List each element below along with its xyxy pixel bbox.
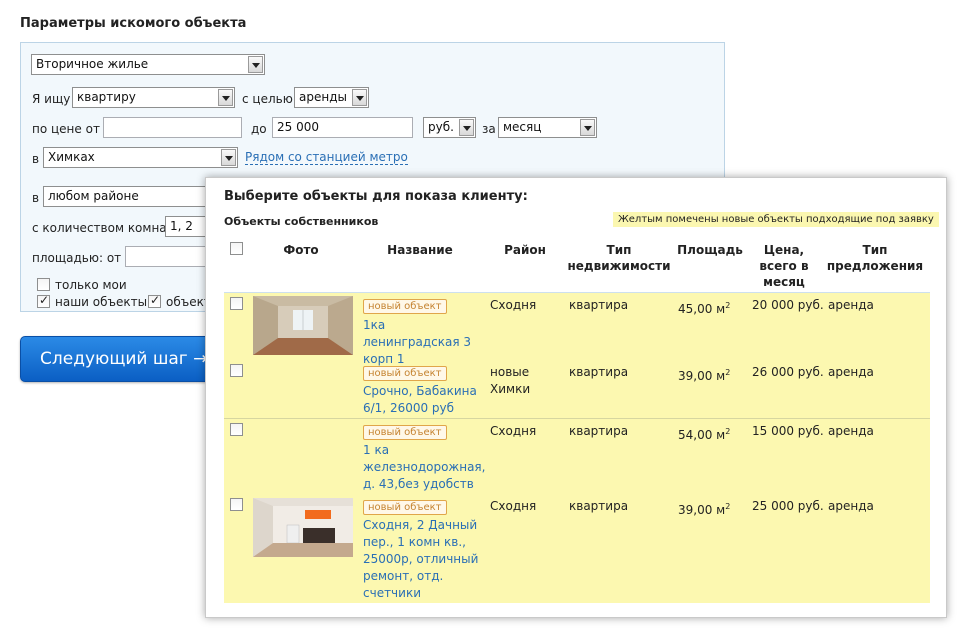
- row-area-value: 45,00 м: [678, 302, 726, 316]
- row-area: 39,00 м2: [678, 498, 730, 519]
- listing-photo[interactable]: [253, 498, 353, 557]
- property-type-select[interactable]: Вторичное жилье: [31, 54, 265, 75]
- area-label: площадью: от: [32, 251, 122, 265]
- row-district: Сходня: [490, 298, 537, 312]
- row-price: 26 000 руб.: [752, 365, 824, 379]
- chevron-down-icon: [218, 89, 233, 106]
- row-checkbox[interactable]: [230, 423, 243, 436]
- object-kind-select[interactable]: квартиру: [72, 87, 235, 108]
- i-search-label: Я ищу: [32, 92, 71, 106]
- near-metro-link[interactable]: Рядом со станцией метро: [245, 150, 408, 165]
- row-area: 54,00 м2: [678, 423, 730, 444]
- row-type: квартира: [569, 424, 629, 438]
- city-select[interactable]: Химках: [43, 147, 238, 168]
- city-value: Химках: [48, 150, 95, 164]
- row-area-value: 54,00 м: [678, 428, 726, 442]
- col-price: Цена, всего в месяц: [759, 243, 809, 289]
- row-area-sup: 2: [725, 427, 731, 436]
- new-object-badge: новый объект: [363, 425, 447, 440]
- row-area: 45,00 м2: [678, 297, 730, 318]
- row-area-value: 39,00 м: [678, 503, 726, 517]
- row-offer: аренда: [828, 365, 874, 379]
- col-offer: Тип предложения: [826, 243, 924, 273]
- row-area-sup: 2: [725, 301, 731, 310]
- our-objects-checkbox[interactable]: [37, 293, 50, 308]
- row-offer: аренда: [828, 499, 874, 513]
- listing-title-link[interactable]: 1ка ленинградская 3 корп 1: [363, 317, 483, 368]
- district-in-label: в: [32, 191, 40, 205]
- price-to-input[interactable]: 25 000: [272, 117, 413, 138]
- rooms-value: 1, 2: [170, 219, 193, 233]
- chevron-down-icon: [459, 119, 474, 136]
- period-value: месяц: [503, 120, 542, 134]
- row-checkbox[interactable]: [230, 297, 243, 310]
- district-select[interactable]: любом районе: [43, 186, 213, 207]
- row-divider: [224, 418, 930, 419]
- col-name: Название: [387, 243, 453, 257]
- new-object-badge: новый объект: [363, 500, 447, 515]
- purpose-select[interactable]: аренды: [294, 87, 369, 108]
- purpose-label: с целью: [242, 92, 293, 106]
- per-label: за: [482, 122, 496, 136]
- area-from-input[interactable]: [125, 246, 215, 267]
- price-from-label: по цене от: [32, 122, 100, 136]
- listing-photo[interactable]: [253, 296, 353, 355]
- row-checkbox[interactable]: [230, 498, 243, 511]
- chevron-down-icon: [352, 89, 367, 106]
- row-price: 20 000 руб.: [752, 298, 824, 312]
- row-type: квартира: [569, 298, 629, 312]
- row-district: Сходня: [490, 424, 537, 438]
- col-district: Район: [504, 243, 546, 257]
- owners-section-label: Объекты собственников: [224, 215, 379, 228]
- next-step-button[interactable]: Следующий шаг →: [20, 336, 220, 382]
- row-area-sup: 2: [725, 502, 731, 511]
- legend-note: Желтым помечены новые объекты подходящие…: [613, 212, 939, 227]
- row-area: 39,00 м2: [678, 364, 730, 385]
- new-object-badge: новый объект: [363, 366, 447, 381]
- price-from-input[interactable]: [103, 117, 242, 138]
- col-photo: Фото: [283, 243, 319, 257]
- dialog-title: Выберите объекты для показа клиенту:: [224, 189, 528, 204]
- currency-value: руб.: [428, 120, 454, 134]
- col-area: Площадь: [677, 243, 743, 257]
- select-all-checkbox[interactable]: [230, 242, 243, 255]
- only-mine-checkbox[interactable]: [37, 278, 50, 291]
- our-objects-label: наши объекты: [55, 295, 148, 309]
- chevron-down-icon: [248, 56, 263, 73]
- row-area-value: 39,00 м: [678, 369, 726, 383]
- row-district: Сходня: [490, 499, 537, 513]
- page-title: Параметры искомого объекта: [20, 16, 247, 31]
- row-checkbox[interactable]: [230, 364, 243, 377]
- row-type: квартира: [569, 365, 629, 379]
- row-offer: аренда: [828, 424, 874, 438]
- row-area-sup: 2: [725, 368, 731, 377]
- chevron-down-icon: [580, 119, 595, 136]
- row-offer: аренда: [828, 298, 874, 312]
- currency-select[interactable]: руб.: [423, 117, 476, 138]
- listing-title-link[interactable]: 1 ка железнодорожная, д. 43,без удобств: [363, 442, 485, 493]
- object-kind-value: квартиру: [77, 90, 136, 104]
- listing-title-link[interactable]: Сходня, 2 Дачный пер., 1 комн кв., 25000…: [363, 517, 483, 602]
- chevron-down-icon: [221, 149, 236, 166]
- price-to-label: до: [251, 122, 267, 136]
- row-district: новые Химки: [490, 365, 531, 396]
- row-type: квартира: [569, 499, 629, 513]
- district-value: любом районе: [48, 189, 139, 203]
- objects-checkbox[interactable]: [148, 293, 161, 308]
- rooms-label: с количеством комнат: [32, 221, 174, 235]
- period-select[interactable]: месяц: [498, 117, 597, 138]
- only-mine-label: только мои: [55, 278, 127, 292]
- new-object-badge: новый объект: [363, 299, 447, 314]
- row-price: 15 000 руб.: [752, 424, 824, 438]
- col-type: Тип недвижимости: [567, 243, 671, 273]
- purpose-value: аренды: [299, 90, 347, 104]
- city-in-label: в: [32, 152, 40, 166]
- property-type-value: Вторичное жилье: [36, 57, 149, 71]
- row-price: 25 000 руб.: [752, 499, 824, 513]
- listing-title-link[interactable]: Срочно, Бабакина 6/1, 26000 руб: [363, 383, 483, 417]
- select-objects-dialog: Выберите объекты для показа клиенту: Объ…: [205, 177, 947, 618]
